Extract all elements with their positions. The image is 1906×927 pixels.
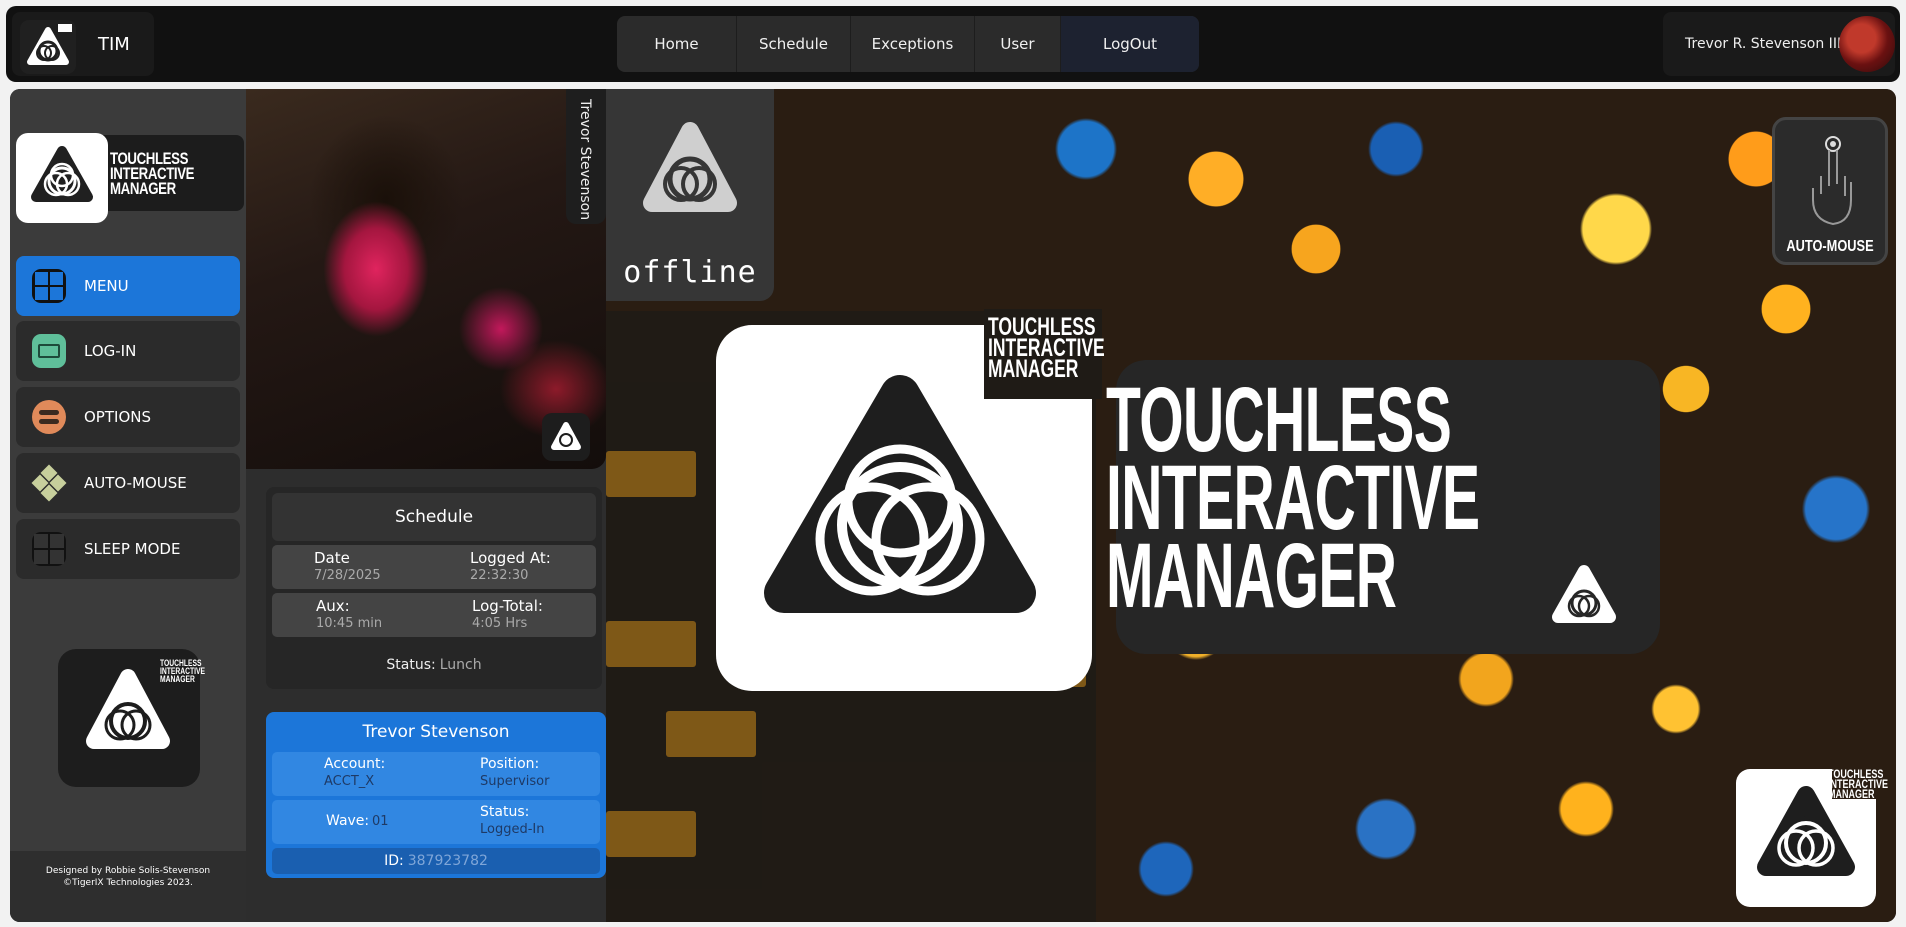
credits: Designed by Robbie Solis-Stevenson ©Tige… <box>10 851 246 922</box>
sidebar-item-label: LOG-IN <box>84 342 137 360</box>
sleep-grid-icon <box>32 532 66 566</box>
connection-status-text: offline <box>623 255 757 290</box>
sidebar-item-label: SLEEP MODE <box>84 540 181 558</box>
nav-exceptions[interactable]: Exceptions <box>851 16 975 72</box>
photo-badge-logo-icon <box>542 413 590 461</box>
profile-column: Trevor Stevenson Schedule Date 7/28/2025… <box>246 89 606 922</box>
tim-logo-icon <box>20 20 76 74</box>
avatar[interactable] <box>1839 16 1895 72</box>
mosaic-tile <box>606 811 696 857</box>
credits-copyright: ©TigerIX Technologies 2023. <box>63 878 193 888</box>
profile-id-value: 387923782 <box>407 853 488 869</box>
sidebar-item-auto-mouse[interactable]: AUTO-MOUSE <box>16 453 240 513</box>
mosaic-tile <box>666 711 756 757</box>
profile-row-1: Account: ACCT_X Position: Supervisor <box>272 752 600 796</box>
diamonds-icon <box>31 464 67 502</box>
profile-id-label: ID: <box>384 853 404 869</box>
offline-logo-icon <box>643 122 737 212</box>
sleep-logo-wordmark: TOUCHLESS INTERACTIVE MANAGER <box>160 658 206 684</box>
main-nav: Home Schedule Exceptions User LogOut <box>617 16 1199 72</box>
photo-name-tag: Trevor Stevenson <box>566 89 606 224</box>
app-title: TIM <box>98 34 130 55</box>
mosaic-tile <box>606 451 696 497</box>
schedule-title: Schedule <box>272 493 596 541</box>
aux-value: 10:45 min <box>316 616 383 631</box>
position-label: Position: <box>480 756 540 772</box>
schedule-status-label: Status: <box>386 657 436 673</box>
login-card-icon <box>32 334 66 368</box>
sidebar-item-label: OPTIONS <box>84 408 151 426</box>
profile-status-label: Status: <box>480 804 530 820</box>
user-display-name: Trevor R. Stevenson III <box>1685 36 1842 52</box>
photo-name-tag-text: Trevor Stevenson <box>577 99 593 221</box>
profile-card: Trevor Stevenson Account: ACCT_X Positio… <box>266 712 606 878</box>
touch-hand-icon <box>1812 136 1852 226</box>
hero-small-wordmark: TOUCHLESS INTERACTIVE MANAGER <box>988 313 1105 383</box>
sidebar-item-sleep-mode[interactable]: SLEEP MODE <box>16 519 240 579</box>
options-icon <box>32 400 66 434</box>
position-value: Supervisor <box>480 774 550 789</box>
schedule-row-2: Aux: 10:45 min Log-Total: 4:05 Hrs <box>272 593 596 637</box>
app-brand[interactable]: TIM <box>12 12 154 76</box>
account-value: ACCT_X <box>324 774 375 789</box>
hero-wordmark: TOUCHLESS INTERACTIVE MANAGER <box>1106 374 1480 622</box>
schedule-card: Schedule Date 7/28/2025 Logged At: 22:32… <box>266 487 602 689</box>
hero-background: offline AUTO-MOUSE TOUCHLESS INTERACTIVE… <box>606 89 1896 922</box>
profile-row-2: Wave: 01 Status: Logged-In <box>272 800 600 844</box>
connection-status-card: offline <box>606 89 774 301</box>
sidebar-logo-icon <box>16 133 108 223</box>
grid-icon <box>32 269 66 303</box>
auto-mouse-label: AUTO-MOUSE <box>1786 238 1874 255</box>
aux-label: Aux: <box>316 597 350 615</box>
sidebar-item-menu[interactable]: MENU <box>16 256 240 316</box>
sidebar-item-options[interactable]: OPTIONS <box>16 387 240 447</box>
logged-at-label: Logged At: <box>470 549 551 567</box>
credits-designer: Designed by Robbie Solis-Stevenson <box>45 866 211 876</box>
wave-label: Wave: <box>326 813 370 829</box>
top-bar: TIM Home Schedule Exceptions User LogOut… <box>6 6 1900 82</box>
schedule-status: Status: Lunch <box>272 647 596 683</box>
nav-user[interactable]: User <box>975 16 1061 72</box>
sleep-logo-icon: TOUCHLESS INTERACTIVE MANAGER <box>58 649 206 787</box>
log-total-label: Log-Total: <box>472 597 543 615</box>
user-menu[interactable]: Trevor R. Stevenson III <box>1663 12 1895 76</box>
logged-at-value: 22:32:30 <box>470 568 529 583</box>
schedule-status-value: Lunch <box>439 657 482 673</box>
main-frame: TOUCHLESS INTERACTIVE MANAGER MENU LOG-I… <box>10 89 1896 922</box>
sidebar: TOUCHLESS INTERACTIVE MANAGER MENU LOG-I… <box>10 89 246 922</box>
nav-schedule[interactable]: Schedule <box>737 16 851 72</box>
sidebar-item-label: AUTO-MOUSE <box>84 474 187 492</box>
profile-name: Trevor Stevenson <box>362 722 510 742</box>
profile-status-value: Logged-In <box>480 822 545 837</box>
sidebar-wordmark: TOUCHLESS INTERACTIVE MANAGER <box>110 149 195 198</box>
wave-value: 01 <box>372 814 389 829</box>
account-label: Account: <box>324 756 386 772</box>
date-value: 7/28/2025 <box>314 568 381 583</box>
schedule-row-1: Date 7/28/2025 Logged At: 22:32:30 <box>272 545 596 589</box>
date-label: Date <box>314 549 350 567</box>
mosaic-tile <box>606 621 696 667</box>
nav-home[interactable]: Home <box>617 16 737 72</box>
log-total-value: 4:05 Hrs <box>472 616 528 631</box>
auto-mouse-button[interactable]: AUTO-MOUSE <box>1772 117 1888 265</box>
hero-small-logo-icon <box>1552 565 1616 623</box>
sidebar-item-login[interactable]: LOG-IN <box>16 321 240 381</box>
corner-wordmark: TOUCHLESS INTERACTIVE MANAGER <box>1828 767 1889 801</box>
sidebar-item-label: MENU <box>84 277 129 295</box>
profile-photo: Trevor Stevenson <box>246 89 606 469</box>
profile-id: ID: 387923782 <box>272 848 600 874</box>
nav-logout[interactable]: LogOut <box>1061 16 1199 72</box>
